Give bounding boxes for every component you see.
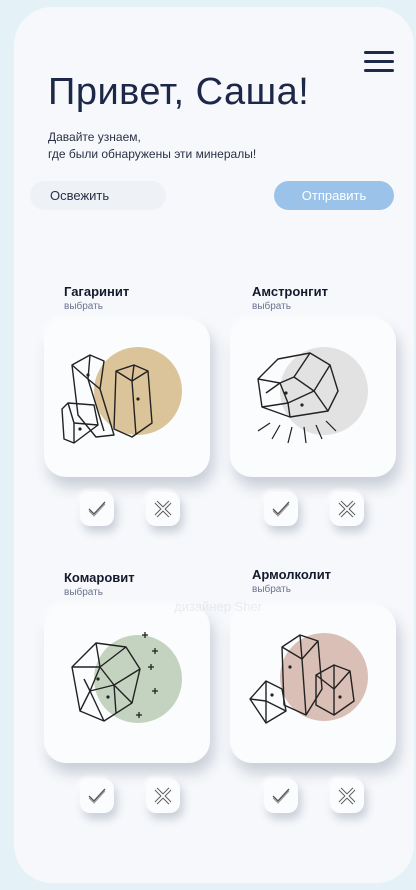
mineral-card-armalcolite[interactable] xyxy=(230,605,396,763)
reject-button-armstrongite[interactable] xyxy=(330,492,364,526)
mineral-card-gagarinite[interactable] xyxy=(44,319,210,477)
gagarinite-crystal-icon xyxy=(61,347,182,444)
page-title: Привет, Саша! xyxy=(48,71,310,113)
reject-button-armalcolite[interactable] xyxy=(330,779,364,813)
mineral-name-armalcolite: Армолколит xyxy=(252,567,332,582)
select-link-armalcolite[interactable]: выбрать xyxy=(252,584,291,595)
app-panel: Привет, Саша! Давайте узнаем, где были о… xyxy=(14,7,414,883)
subtitle-line-2: где были обнаружены эти минералы! xyxy=(48,147,257,161)
armstrongite-crystal-icon xyxy=(257,347,368,444)
mineral-card-komarovite[interactable] xyxy=(44,605,210,763)
confirm-button-armalcolite[interactable] xyxy=(264,779,298,813)
mineral-name-komarovite: Комаровит xyxy=(64,570,135,585)
x-icon xyxy=(338,500,356,518)
x-icon xyxy=(154,787,172,805)
select-link-komarovite[interactable]: выбрать xyxy=(64,587,103,598)
watermark: дизайнер Sher xyxy=(174,599,263,614)
send-button[interactable]: Отправить xyxy=(274,181,394,210)
confirm-button-gagarinite[interactable] xyxy=(80,492,114,526)
x-icon xyxy=(154,500,172,518)
confirm-button-komarovite[interactable] xyxy=(80,779,114,813)
mineral-name-armstrongite: Амстронгит xyxy=(252,284,328,299)
select-link-gagarinite[interactable]: выбрать xyxy=(64,301,103,312)
refresh-button[interactable]: Освежить xyxy=(30,181,166,210)
subtitle-line-1: Давайте узнаем, xyxy=(48,130,141,144)
check-icon xyxy=(272,501,290,517)
mineral-card-armstrongite[interactable] xyxy=(230,319,396,477)
x-icon xyxy=(338,787,356,805)
armalcolite-crystal-icon xyxy=(249,633,368,724)
check-icon xyxy=(88,788,106,804)
select-link-armstrongite[interactable]: выбрать xyxy=(252,301,291,312)
check-icon xyxy=(88,501,106,517)
komarovite-crystal-icon xyxy=(71,632,182,723)
reject-button-gagarinite[interactable] xyxy=(146,492,180,526)
hamburger-menu-icon[interactable] xyxy=(364,47,394,73)
mineral-name-gagarinite: Гагаринит xyxy=(64,284,130,299)
reject-button-komarovite[interactable] xyxy=(146,779,180,813)
confirm-button-armstrongite[interactable] xyxy=(264,492,298,526)
page-subtitle: Давайте узнаем, где были обнаружены эти … xyxy=(48,129,348,163)
check-icon xyxy=(272,788,290,804)
